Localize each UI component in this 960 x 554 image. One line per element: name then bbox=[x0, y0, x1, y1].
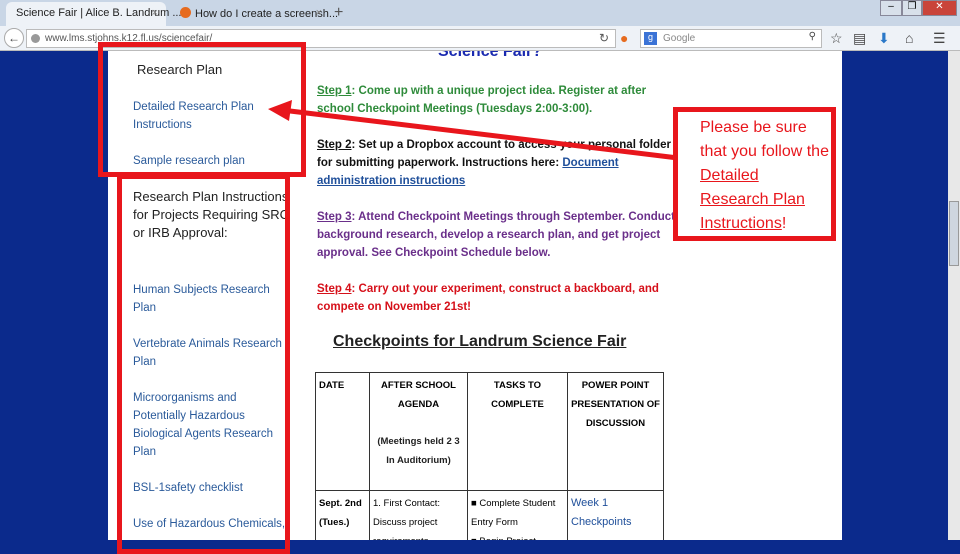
callout-suffix: ! bbox=[781, 215, 787, 232]
arrow-line bbox=[289, 108, 679, 161]
callout-link: Detailed Research Plan Instructions bbox=[700, 167, 805, 232]
callout-text: Please be sure that you follow the bbox=[700, 119, 829, 160]
callout-box: Please be sure that you follow the Detai… bbox=[673, 107, 836, 241]
annotation-arrow bbox=[268, 100, 679, 161]
arrow-head bbox=[268, 100, 292, 121]
